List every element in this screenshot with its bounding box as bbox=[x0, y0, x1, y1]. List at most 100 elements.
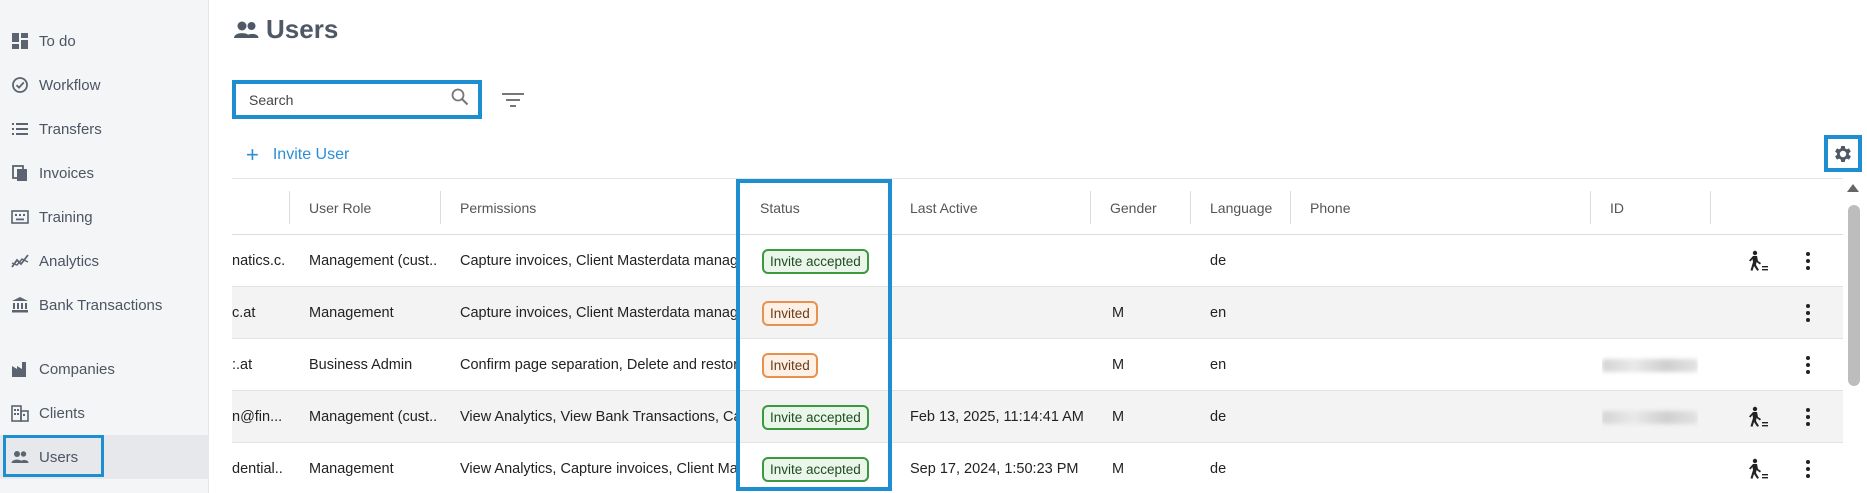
keyboard-icon bbox=[11, 208, 29, 226]
sidebar-item-analytics[interactable]: Analytics bbox=[0, 239, 209, 283]
gender-cell: M bbox=[1112, 357, 1125, 373]
permissions-cell: Capture invoices, Client Masterdata mana… bbox=[460, 253, 738, 269]
sidebar-item-clients[interactable]: Clients bbox=[0, 391, 209, 435]
analytics-icon bbox=[11, 252, 29, 270]
column-divider bbox=[1710, 191, 1711, 224]
sidebar-item-workflow[interactable]: Workflow bbox=[0, 63, 209, 107]
invite-user-button[interactable]: + Invite User bbox=[246, 142, 349, 168]
permissions-cell: View Analytics, View Bank Transactions, … bbox=[460, 409, 738, 425]
sidebar-item-label: Workflow bbox=[39, 76, 101, 94]
permissions-cell: Capture invoices, Client Masterdata mana… bbox=[460, 305, 738, 321]
impersonate-icon[interactable] bbox=[1746, 235, 1770, 287]
sidebar-item-training[interactable]: Training bbox=[0, 195, 209, 239]
search-icon[interactable] bbox=[450, 87, 470, 112]
sidebar-item-users[interactable]: Users bbox=[0, 435, 209, 479]
redacted-id bbox=[1602, 410, 1698, 424]
status-cell: Invite accepted bbox=[762, 235, 869, 287]
sidebar-item-label: Bank Transactions bbox=[39, 296, 163, 314]
sidebar-item-invoices[interactable]: Invoices bbox=[0, 151, 209, 195]
invite-user-label: Invite User bbox=[272, 146, 350, 163]
sidebar-item-label: Invoices bbox=[39, 164, 95, 182]
id-cell bbox=[1602, 391, 1698, 443]
page-title: Users bbox=[266, 14, 339, 44]
sidebar-item-todo[interactable]: To do bbox=[0, 19, 209, 63]
impersonate-icon[interactable] bbox=[1746, 443, 1770, 493]
list-icon bbox=[11, 120, 29, 138]
status-badge: Invite accepted bbox=[762, 456, 869, 482]
search-input[interactable] bbox=[249, 91, 450, 108]
table-row[interactable]: dential... Management View Analytics, Ca… bbox=[232, 443, 1843, 493]
language-cell: de bbox=[1210, 461, 1227, 477]
more-vert-icon[interactable] bbox=[1804, 443, 1812, 493]
column-header-phone[interactable]: Phone bbox=[1290, 179, 1350, 236]
status-cell: Invite accepted bbox=[762, 391, 869, 443]
more-vert-icon[interactable] bbox=[1804, 287, 1812, 339]
email-cell: n@fin... bbox=[232, 409, 283, 425]
table-header: User Role Permissions Status Last Active… bbox=[232, 178, 1843, 235]
last-active-cell: Feb 13, 2025, 11:14:41 AM bbox=[910, 409, 1084, 425]
sidebar-item-transfers[interactable]: Transfers bbox=[0, 107, 209, 151]
gender-cell: M bbox=[1112, 409, 1125, 425]
last-active-cell: Sep 17, 2024, 1:50:23 PM bbox=[910, 461, 1079, 477]
language-cell: en bbox=[1210, 305, 1227, 321]
sidebar-item-label: Clients bbox=[39, 404, 85, 422]
role-cell: Management (cust... bbox=[309, 409, 437, 425]
users-icon bbox=[234, 21, 259, 38]
status-badge: Invited bbox=[762, 300, 818, 326]
documents-icon bbox=[11, 164, 29, 182]
dashboard-icon bbox=[11, 32, 29, 50]
language-cell: de bbox=[1210, 253, 1227, 269]
id-cell bbox=[1602, 339, 1698, 391]
more-vert-icon[interactable] bbox=[1804, 235, 1812, 287]
check-circle-icon bbox=[11, 76, 29, 94]
permissions-cell: View Analytics, Capture invoices, Client… bbox=[460, 461, 738, 477]
page-header: Users bbox=[232, 14, 338, 45]
more-vert-icon[interactable] bbox=[1804, 391, 1812, 443]
redacted-id bbox=[1602, 358, 1698, 372]
status-badge: Invited bbox=[762, 352, 818, 378]
column-header-user-role[interactable]: User Role bbox=[289, 179, 371, 236]
email-cell: :.at bbox=[232, 357, 253, 373]
column-header-id[interactable]: ID bbox=[1590, 179, 1624, 236]
gender-cell: M bbox=[1112, 461, 1125, 477]
email-cell: c.at bbox=[232, 305, 256, 321]
users-icon bbox=[11, 448, 29, 466]
building-icon bbox=[11, 404, 29, 422]
email-cell: natics.c... bbox=[232, 253, 284, 269]
filter-icon[interactable] bbox=[500, 88, 526, 112]
scroll-up-arrow-icon[interactable] bbox=[1844, 180, 1862, 196]
status-badge: Invite accepted bbox=[762, 404, 869, 430]
role-cell: Management (cust... bbox=[309, 253, 437, 269]
scrollbar-thumb[interactable] bbox=[1848, 205, 1860, 386]
impersonate-icon[interactable] bbox=[1746, 391, 1770, 443]
sidebar-item-companies[interactable]: Companies bbox=[0, 347, 209, 391]
search-box bbox=[232, 80, 482, 119]
column-settings-button[interactable] bbox=[1824, 135, 1862, 172]
role-cell: Management bbox=[309, 305, 394, 321]
sidebar-item-label: Users bbox=[39, 448, 79, 466]
column-header-gender[interactable]: Gender bbox=[1090, 179, 1157, 236]
sidebar-item-bank-transactions[interactable]: Bank Transactions bbox=[0, 283, 209, 327]
gender-cell: M bbox=[1112, 305, 1125, 321]
sidebar: To do Workflow Transfers Invoices Traini… bbox=[0, 0, 209, 493]
sidebar-item-label: To do bbox=[39, 32, 76, 50]
status-cell: Invited bbox=[762, 339, 818, 391]
status-cell: Invited bbox=[762, 287, 818, 339]
status-badge: Invite accepted bbox=[762, 248, 869, 274]
column-header-status[interactable]: Status bbox=[740, 179, 800, 236]
table-row[interactable]: c.at Management Capture invoices, Client… bbox=[232, 287, 1843, 339]
more-vert-icon[interactable] bbox=[1804, 339, 1812, 391]
sidebar-item-label: Transfers bbox=[39, 120, 102, 138]
permissions-cell: Confirm page separation, Delete and rest… bbox=[460, 357, 738, 373]
language-cell: de bbox=[1210, 409, 1227, 425]
gear-icon bbox=[1835, 145, 1851, 162]
table-row[interactable]: :.at Business Admin Confirm page separat… bbox=[232, 339, 1843, 391]
bank-icon bbox=[11, 296, 29, 314]
column-header-last-active[interactable]: Last Active bbox=[890, 179, 978, 236]
column-header-language[interactable]: Language bbox=[1190, 179, 1272, 236]
sidebar-item-label: Companies bbox=[39, 360, 115, 378]
role-cell: Management bbox=[309, 461, 394, 477]
column-header-permissions[interactable]: Permissions bbox=[440, 179, 536, 236]
table-row[interactable]: natics.c... Management (cust... Capture … bbox=[232, 235, 1843, 287]
table-row[interactable]: n@fin... Management (cust... View Analyt… bbox=[232, 391, 1843, 443]
